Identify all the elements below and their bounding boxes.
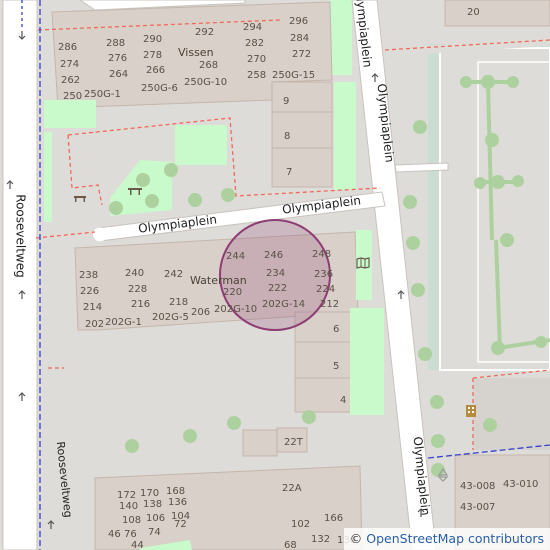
house-number: 276	[108, 53, 128, 64]
house-number: 274	[60, 59, 80, 70]
house-number: 242	[164, 269, 184, 280]
house-number: 138	[143, 499, 163, 510]
house-number: 250G-15	[272, 70, 316, 81]
house-number: 132	[311, 534, 331, 545]
building-name-waterman: Waterman	[190, 274, 247, 287]
house-number: 74	[148, 527, 161, 538]
house-number: 108	[122, 515, 142, 526]
house-number: 136	[168, 497, 188, 508]
house-number: 76	[124, 529, 137, 540]
house-number: 214	[83, 302, 103, 313]
house-number: 238	[79, 270, 99, 281]
house-number: 270	[247, 54, 267, 65]
house-number: 248	[312, 249, 332, 260]
house-number: 292	[195, 27, 215, 38]
house-number: 4	[340, 395, 347, 406]
house-number: 68	[284, 540, 297, 550]
house-number: 46	[108, 529, 121, 540]
house-number: 272	[292, 49, 312, 60]
house-number: 202G-10	[214, 304, 258, 315]
openstreetmap-link[interactable]: OpenStreetMap contributors	[366, 531, 544, 546]
house-number: 250G-1	[84, 89, 121, 100]
house-number: 284	[290, 33, 310, 44]
house-number: 72	[174, 519, 187, 530]
map-canvas[interactable]: Olympiaplein Olympiaplein Olympiaplein O…	[0, 0, 550, 550]
house-number: 226	[80, 286, 100, 297]
house-number: 172	[117, 490, 137, 501]
house-number: 224	[316, 284, 336, 295]
house-number: 8	[284, 131, 291, 142]
house-number: 290	[143, 34, 163, 45]
house-number: 250G-10	[184, 77, 228, 88]
house-number: 240	[125, 268, 145, 279]
house-number: 264	[109, 69, 129, 80]
building-name-vissen: Vissen	[178, 46, 214, 59]
house-number: 166	[324, 513, 344, 524]
house-number: 228	[128, 284, 148, 295]
house-number: 22T	[284, 437, 303, 448]
green-strip-top	[330, 0, 352, 75]
house-number: 202G-14	[262, 299, 306, 310]
house-number: 43-007	[460, 502, 496, 513]
house-number: 22A	[282, 483, 302, 494]
house-number: 43-010	[503, 479, 539, 490]
map-attribution: © OpenStreetMap contributors	[343, 528, 550, 550]
house-number: 44	[131, 540, 144, 550]
house-number: 236	[314, 269, 334, 280]
house-number: 258	[247, 70, 267, 81]
house-number: 9	[283, 96, 290, 107]
house-number: 294	[243, 22, 263, 33]
house-number: 246	[264, 250, 284, 261]
plaza-right	[473, 378, 550, 450]
house-number: 244	[226, 251, 246, 262]
copyright-symbol: ©	[349, 531, 363, 546]
street-label-rooseveltweg-a: Rooseveltweg	[13, 194, 28, 278]
house-number: 5	[333, 361, 340, 372]
house-number: 206	[191, 307, 211, 318]
house-number: 250	[63, 91, 83, 102]
house-number: 202	[85, 319, 105, 330]
house-number: 268	[199, 60, 219, 71]
house-number: 20	[467, 7, 480, 18]
house-number: 220	[223, 287, 243, 298]
house-number: 218	[169, 297, 189, 308]
house-number: 170	[140, 488, 160, 499]
house-number: 168	[166, 486, 186, 497]
house-number: 222	[268, 283, 288, 294]
house-number: 282	[245, 38, 265, 49]
house-number: 216	[131, 299, 151, 310]
house-number: 140	[119, 501, 139, 512]
house-number: 7	[286, 167, 293, 178]
house-number: 202G-1	[105, 317, 142, 328]
house-number: 262	[61, 75, 81, 86]
house-number: 296	[289, 16, 309, 27]
pitch-inner	[440, 48, 550, 370]
house-number: 43-008	[460, 481, 496, 492]
house-number: 234	[266, 268, 286, 279]
house-number: 6	[333, 324, 340, 335]
house-number: 266	[146, 65, 166, 76]
house-number: 212	[320, 299, 340, 310]
house-number: 106	[146, 513, 166, 524]
house-number: 288	[106, 38, 126, 49]
house-number: 202G-5	[152, 312, 189, 323]
house-number: 102	[291, 519, 311, 530]
house-number: 250G-6	[141, 83, 178, 94]
house-number: 286	[58, 42, 78, 53]
house-number: 278	[143, 50, 163, 61]
